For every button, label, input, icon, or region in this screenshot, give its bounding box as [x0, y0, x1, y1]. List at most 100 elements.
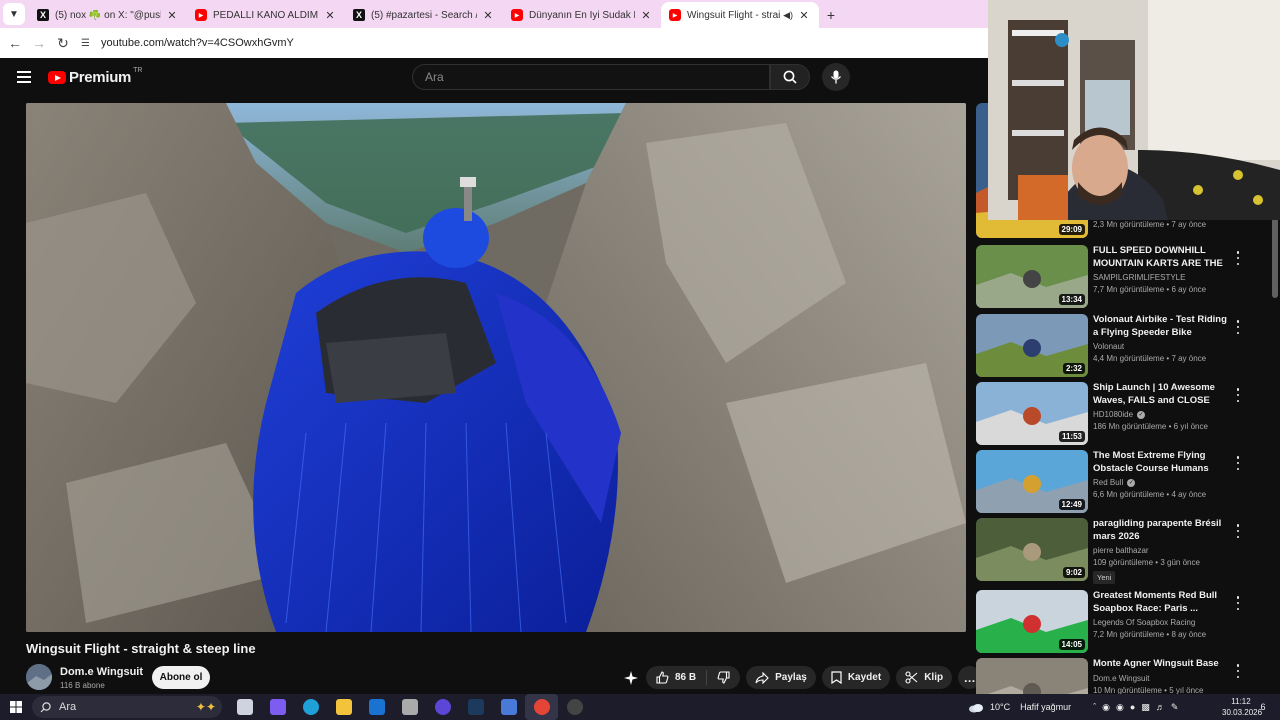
- channel-name[interactable]: pierre balthazar: [1093, 546, 1149, 555]
- url-field[interactable]: youtube.com/watch?v=4CSOwxhGvmY: [101, 37, 294, 49]
- tray-app-icon[interactable]: ◉: [1116, 702, 1124, 713]
- microphone-icon[interactable]: ●: [1130, 702, 1135, 712]
- video-title[interactable]: paragliding parapente Brésil mars 2026: [1093, 518, 1231, 543]
- taskbar-app-steam[interactable]: [459, 694, 492, 720]
- youtube-premium-logo[interactable]: Premium TR: [48, 67, 142, 86]
- channel-name[interactable]: Red Bull: [1093, 478, 1123, 487]
- taskbar-app-browser-purple[interactable]: [426, 694, 459, 720]
- start-button[interactable]: [0, 701, 32, 713]
- menu-icon[interactable]: [17, 71, 31, 83]
- save-button[interactable]: Kaydet: [821, 666, 891, 689]
- taskbar-app-outlook[interactable]: [360, 694, 393, 720]
- video-meta: Ship Launch | 10 Awesome Waves, FAILS an…: [1093, 382, 1231, 431]
- tab-search-dropdown-button[interactable]: ▼: [3, 3, 25, 25]
- voice-search-button[interactable]: [822, 63, 850, 91]
- channel-name[interactable]: Dom.e Wingsuit: [60, 666, 143, 678]
- taskbar-search[interactable]: Ara ✦✦: [32, 696, 222, 718]
- thumbs-up-icon: [656, 671, 669, 684]
- close-tab-icon[interactable]: ✕: [481, 9, 495, 22]
- taskbar-app-file-explorer[interactable]: [327, 694, 360, 720]
- video-title[interactable]: FULL SPEED DOWNHILL MOUNTAIN KARTS ARE T…: [1093, 245, 1231, 270]
- share-button[interactable]: Paylaş: [746, 666, 816, 689]
- video-title[interactable]: The Most Extreme Flying Obstacle Course …: [1093, 450, 1231, 475]
- video-thumbnail[interactable]: 11:53: [976, 382, 1088, 445]
- video-title[interactable]: Monte Agner Wingsuit Base: [1093, 658, 1231, 671]
- taskbar-app-store[interactable]: [393, 694, 426, 720]
- more-options-icon[interactable]: [1234, 664, 1242, 678]
- search-highlight-icon: ✦✦: [195, 700, 216, 714]
- taskbar-app-copilot[interactable]: [261, 694, 294, 720]
- video-title[interactable]: Volonaut Airbike - Test Riding a Flying …: [1093, 314, 1231, 339]
- browser-tab[interactable]: ▶ Wingsuit Flight - straight &◀) ✕: [661, 2, 819, 28]
- recommendation-item[interactable]: Monte Agner Wingsuit Base Dom.e Wingsuit 1…: [976, 658, 1276, 694]
- forward-button[interactable]: →: [27, 35, 51, 51]
- video-player[interactable]: [26, 103, 966, 632]
- close-tab-icon[interactable]: ✕: [797, 9, 811, 22]
- taskbar-app-task-view[interactable]: [228, 694, 261, 720]
- video-title[interactable]: Greatest Moments Red Bull Soapbox Race: …: [1093, 590, 1231, 615]
- upload-age: 8 ay önce: [1171, 630, 1207, 639]
- separator: •: [1166, 354, 1170, 363]
- search-button[interactable]: [770, 64, 810, 90]
- channel-avatar[interactable]: [26, 664, 52, 690]
- subscribe-button[interactable]: Abone ol: [152, 666, 210, 689]
- recommendation-item[interactable]: 13:34 FULL SPEED DOWNHILL MOUNTAIN KARTS …: [976, 245, 1276, 309]
- taskbar-app-app-blue[interactable]: [492, 694, 525, 720]
- notification-button[interactable]: 6: [1256, 700, 1270, 714]
- browser-tab[interactable]: ▶ Dünyanın En İyi Sudak Merasim ✕: [503, 2, 661, 28]
- video-title[interactable]: Ship Launch | 10 Awesome Waves, FAILS an…: [1093, 382, 1231, 407]
- network-icon[interactable]: ▩: [1141, 702, 1150, 713]
- weather-temp[interactable]: 10°C: [990, 702, 1010, 712]
- dislike-button[interactable]: [707, 670, 740, 685]
- video-thumbnail[interactable]: 14:05: [976, 590, 1088, 653]
- sidebar-scrollbar[interactable]: [1272, 218, 1278, 298]
- verified-icon: ✓: [1127, 478, 1136, 487]
- more-options-icon[interactable]: [1234, 388, 1242, 402]
- channel-name[interactable]: HD1080ide: [1093, 410, 1133, 419]
- more-options-icon[interactable]: [1234, 456, 1242, 470]
- browser-tab[interactable]: ▶ PEDALLI KANO ALDIM VE İLK D ✕: [187, 2, 345, 28]
- channel-name[interactable]: Legends Of Soapbox Racing: [1093, 618, 1195, 627]
- like-button[interactable]: 86 B: [646, 670, 708, 685]
- video-thumbnail[interactable]: [976, 658, 1088, 694]
- recommendation-item[interactable]: 2:32 Volonaut Airbike - Test Riding a Fly…: [976, 314, 1276, 378]
- recommendation-item[interactable]: 11:53 Ship Launch | 10 Awesome Waves, FAI…: [976, 382, 1276, 446]
- more-options-icon[interactable]: [1234, 251, 1242, 265]
- search-input[interactable]: Ara: [412, 64, 770, 90]
- tray-app-icon[interactable]: ◉: [1102, 702, 1110, 713]
- taskbar-app-chrome[interactable]: [525, 694, 558, 720]
- browser-tab[interactable]: X (5) nox ☘️ on X: "@pusholder ✕: [29, 2, 187, 28]
- close-tab-icon[interactable]: ✕: [323, 9, 337, 22]
- clip-button[interactable]: Klip: [896, 666, 953, 689]
- taskbar-app-app-obs[interactable]: [558, 694, 591, 720]
- browser-tab[interactable]: X (5) #pazartesi - Search / X ✕: [345, 2, 503, 28]
- chevron-up-icon[interactable]: ˆ: [1093, 702, 1096, 712]
- video-thumbnail[interactable]: 9:02: [976, 518, 1088, 581]
- channel-name[interactable]: Dom.e Wingsuit: [1093, 674, 1149, 683]
- more-options-icon[interactable]: [1234, 596, 1242, 610]
- video-thumbnail[interactable]: 2:32: [976, 314, 1088, 377]
- reload-button[interactable]: ↻: [51, 35, 75, 52]
- new-tab-button[interactable]: +: [819, 7, 843, 23]
- channel-name[interactable]: SAMPILGRIMLIFESTYLE: [1093, 273, 1185, 282]
- recommendation-item[interactable]: 14:05 Greatest Moments Red Bull Soapbox R…: [976, 590, 1276, 654]
- back-button[interactable]: ←: [3, 35, 27, 51]
- taskbar-clock[interactable]: 11:12 30.03.2026: [1222, 696, 1262, 718]
- more-options-icon[interactable]: [1234, 524, 1242, 538]
- audio-playing-icon[interactable]: ◀): [783, 10, 793, 21]
- recommendation-item[interactable]: 9:02 paragliding parapente Brésil mars 20…: [976, 518, 1276, 584]
- taskbar-app-edge[interactable]: [294, 694, 327, 720]
- video-thumbnail[interactable]: 12:49: [976, 450, 1088, 513]
- close-tab-icon[interactable]: ✕: [165, 9, 179, 22]
- video-thumbnail[interactable]: 13:34: [976, 245, 1088, 308]
- more-options-icon[interactable]: [1234, 320, 1242, 334]
- pen-icon[interactable]: ✎: [1171, 702, 1179, 713]
- recommendation-item[interactable]: 12:49 The Most Extreme Flying Obstacle Co…: [976, 450, 1276, 514]
- weather-text[interactable]: Hafif yağmur: [1020, 702, 1071, 712]
- volume-icon[interactable]: ♬: [1156, 702, 1165, 712]
- close-tab-icon[interactable]: ✕: [639, 9, 653, 22]
- channel-name[interactable]: Volonaut: [1093, 342, 1124, 351]
- ask-ai-icon[interactable]: [622, 669, 640, 687]
- site-info-icon[interactable]: ☰: [81, 38, 97, 49]
- separator: •: [1166, 285, 1170, 294]
